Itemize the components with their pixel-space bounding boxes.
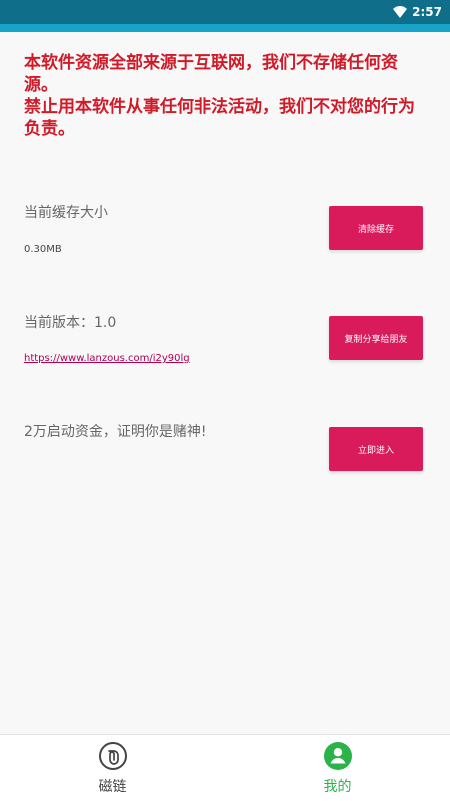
- copy-share-button[interactable]: 复制分享给朋友: [329, 316, 423, 360]
- link-icon: [98, 742, 127, 770]
- status-bar: 2:57: [0, 0, 450, 24]
- nav-label-mine: 我的: [323, 779, 352, 795]
- status-time: 2:57: [412, 5, 442, 19]
- nav-item-mine[interactable]: 我的: [225, 735, 450, 801]
- clear-cache-button[interactable]: 清除缓存: [329, 206, 423, 250]
- app-bar-strip: [0, 24, 450, 32]
- wifi-icon: [393, 6, 407, 18]
- bottom-navigation: 磁链 我的: [0, 734, 450, 801]
- nav-item-magnet[interactable]: 磁链: [0, 735, 225, 801]
- enter-now-button[interactable]: 立即进入: [329, 427, 423, 471]
- cache-title: 当前缓存大小: [24, 205, 108, 221]
- promo-title: 2万启动资金，证明你是赌神!: [24, 424, 207, 440]
- user-icon: [323, 742, 352, 770]
- download-link[interactable]: https://www.lanzous.com/i2y90lg: [24, 353, 190, 365]
- content-area: 本软件资源全部来源于互联网，我们不存储任何资源。 禁止用本软件从事任何非法活动，…: [0, 32, 450, 732]
- version-title: 当前版本：1.0: [24, 315, 117, 331]
- nav-label-magnet: 磁链: [98, 779, 127, 795]
- disclaimer-text: 本软件资源全部来源于互联网，我们不存储任何资源。 禁止用本软件从事任何非法活动，…: [24, 53, 415, 139]
- cache-size-value: 0.30MB: [24, 244, 62, 255]
